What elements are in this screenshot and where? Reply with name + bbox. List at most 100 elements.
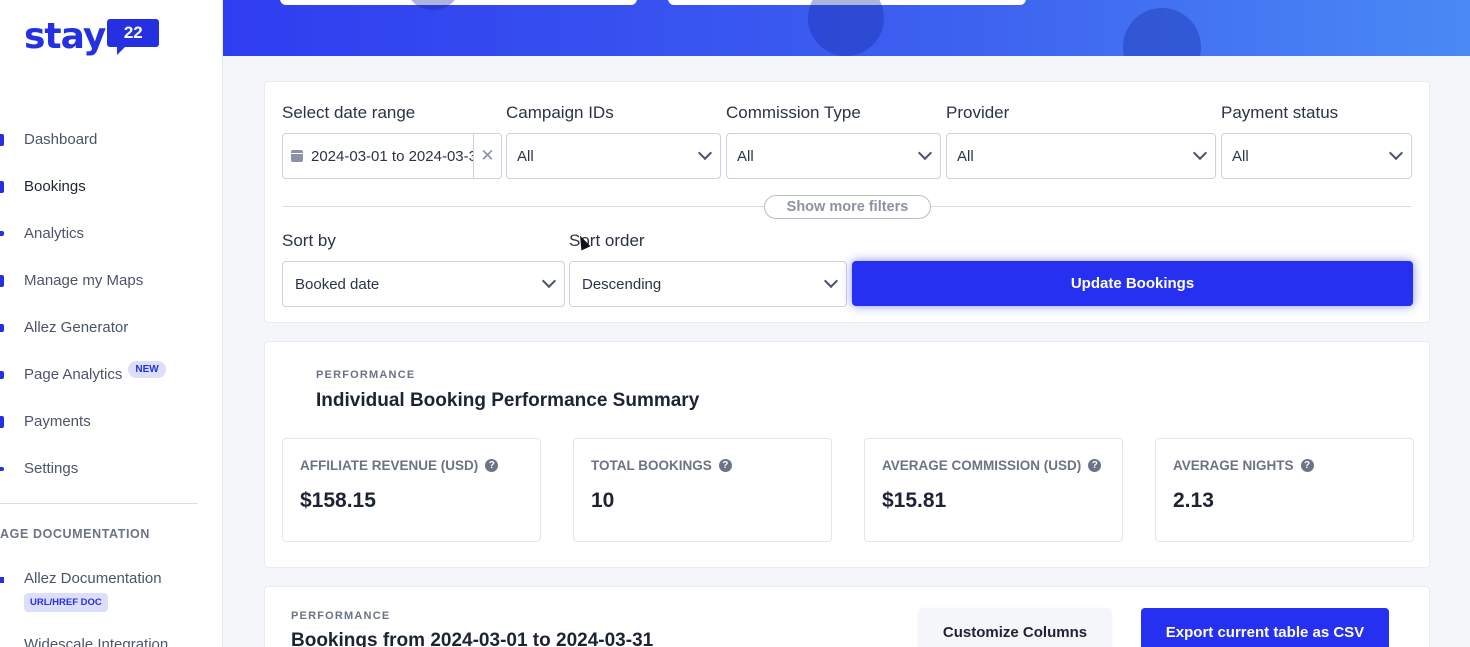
stat-label: TOTAL BOOKINGS ? bbox=[591, 458, 732, 473]
page-analytics-icon bbox=[0, 370, 4, 379]
chevron-down-icon bbox=[1192, 145, 1208, 161]
chevron-down-icon bbox=[697, 145, 713, 161]
total-bookings-stat: TOTAL BOOKINGS ? 10 bbox=[573, 438, 832, 542]
sidebar-item-label: Page Analytics bbox=[24, 366, 123, 383]
sidebar-item-page-analytics[interactable]: Page Analytics NEW bbox=[0, 351, 222, 398]
sidebar-item-label: Settings bbox=[24, 460, 79, 477]
settings-icon bbox=[0, 466, 4, 471]
decoration-shape-icon bbox=[408, 0, 458, 10]
sidebar: stay 22 Dashboard Bookings Analytics Man… bbox=[0, 0, 223, 647]
sidebar-item-settings[interactable]: Settings bbox=[0, 445, 222, 492]
sidebar-item-label: Allez Generator bbox=[24, 319, 129, 336]
stat-value: $15.81 bbox=[882, 489, 947, 512]
sidebar-item-label: Manage my Maps bbox=[24, 272, 144, 289]
stat-label-text: AFFILIATE REVENUE (USD) bbox=[300, 458, 479, 473]
clear-date-icon[interactable]: ✕ bbox=[473, 134, 501, 178]
header-banner bbox=[223, 0, 1470, 56]
castle-decoration-icon bbox=[1123, 8, 1201, 56]
stay22-logo[interactable]: stay 22 bbox=[24, 16, 160, 57]
payments-icon bbox=[0, 415, 4, 428]
analytics-icon bbox=[0, 231, 4, 236]
sort-by-select[interactable]: Booked date bbox=[282, 261, 565, 307]
chevron-down-icon bbox=[823, 273, 839, 289]
customize-columns-button[interactable]: Customize Columns bbox=[919, 608, 1111, 647]
logo-text: stay bbox=[24, 16, 106, 57]
stat-value: $158.15 bbox=[300, 489, 376, 512]
stat-label-text: TOTAL BOOKINGS bbox=[591, 458, 712, 473]
help-icon[interactable]: ? bbox=[1300, 459, 1314, 472]
sidebar-nav: Dashboard Bookings Analytics Manage my M… bbox=[0, 116, 222, 492]
provider-label: Provider bbox=[946, 103, 1010, 122]
sidebar-item-analytics[interactable]: Analytics bbox=[0, 210, 222, 257]
bookings-icon bbox=[0, 180, 4, 193]
stat-label-text: AVERAGE COMMISSION (USD) bbox=[882, 458, 1082, 473]
commission-type-select[interactable]: All bbox=[726, 133, 941, 179]
sidebar-item-dashboard[interactable]: Dashboard bbox=[0, 116, 222, 163]
campaign-ids-value: All bbox=[517, 147, 534, 165]
url-href-doc-badge: URL/HREF DOC bbox=[24, 593, 108, 612]
sidebar-item-label: Dashboard bbox=[24, 131, 98, 148]
sort-by-label: Sort by bbox=[282, 231, 336, 250]
stat-label: AVERAGE NIGHTS ? bbox=[1173, 458, 1314, 473]
sidebar-item-allez-documentation[interactable]: Allez Documentation bbox=[24, 570, 162, 587]
dashboard-icon bbox=[0, 133, 4, 146]
stat-value: 10 bbox=[591, 489, 615, 512]
stat-value: 2.13 bbox=[1173, 489, 1214, 512]
export-csv-button[interactable]: Export current table as CSV bbox=[1141, 608, 1389, 647]
average-nights-stat: AVERAGE NIGHTS ? 2.13 bbox=[1155, 438, 1414, 542]
payment-status-value: All bbox=[1232, 147, 1249, 165]
chevron-down-icon bbox=[1388, 145, 1404, 161]
date-range-picker[interactable]: 2024-03-01 to 2024-03-31 ✕ bbox=[282, 133, 502, 179]
banner-search-field[interactable] bbox=[280, 0, 637, 5]
performance-kicker: PERFORMANCE bbox=[316, 369, 416, 381]
date-range-label: Select date range bbox=[282, 103, 416, 122]
performance-summary-card: PERFORMANCE Individual Booking Performan… bbox=[264, 341, 1430, 568]
bookings-title: Bookings from 2024-03-01 to 2024-03-31 bbox=[291, 630, 654, 647]
provider-value: All bbox=[957, 147, 974, 165]
calendar-icon bbox=[291, 150, 303, 162]
new-badge: NEW bbox=[128, 361, 166, 378]
payment-status-select[interactable]: All bbox=[1221, 133, 1412, 179]
generator-icon bbox=[0, 323, 4, 332]
sidebar-item-bookings[interactable]: Bookings bbox=[0, 163, 222, 210]
sidebar-item-label: Payments bbox=[24, 413, 91, 430]
chevron-down-icon bbox=[917, 145, 933, 161]
bookings-kicker: PERFORMANCE bbox=[291, 610, 391, 622]
sidebar-divider bbox=[0, 503, 198, 504]
stat-label-text: AVERAGE NIGHTS bbox=[1173, 458, 1294, 473]
sidebar-item-widescale-integration[interactable]: Widescale Integration bbox=[24, 636, 168, 647]
campaign-ids-select[interactable]: All bbox=[506, 133, 721, 179]
commission-type-label: Commission Type bbox=[726, 103, 861, 122]
sidebar-item-allez-generator[interactable]: Allez Generator bbox=[0, 304, 222, 351]
documentation-icon bbox=[0, 577, 4, 583]
logo-bubble: 22 bbox=[107, 19, 160, 55]
show-more-filters-button[interactable]: Show more filters bbox=[764, 195, 931, 219]
sidebar-item-label: Bookings bbox=[24, 178, 86, 195]
provider-select[interactable]: All bbox=[946, 133, 1216, 179]
sidebar-item-payments[interactable]: Payments bbox=[0, 398, 222, 445]
map-icon bbox=[0, 274, 4, 287]
bookings-table-card: PERFORMANCE Bookings from 2024-03-01 to … bbox=[264, 586, 1430, 647]
commission-type-value: All bbox=[737, 147, 754, 165]
filters-panel: Select date range 2024-03-01 to 2024-03-… bbox=[264, 81, 1430, 323]
sidebar-item-manage-maps[interactable]: Manage my Maps bbox=[0, 257, 222, 304]
average-commission-stat: AVERAGE COMMISSION (USD) ? $15.81 bbox=[864, 438, 1123, 542]
update-bookings-button[interactable]: Update Bookings bbox=[852, 261, 1413, 306]
stat-label: AVERAGE COMMISSION (USD) ? bbox=[882, 458, 1102, 473]
sidebar-item-label: Analytics bbox=[24, 225, 85, 242]
docs-section-heading: AGE DOCUMENTATION bbox=[0, 527, 151, 541]
help-icon[interactable]: ? bbox=[485, 459, 499, 472]
chevron-down-icon bbox=[541, 273, 557, 289]
performance-title: Individual Booking Performance Summary bbox=[316, 390, 700, 411]
payment-status-label: Payment status bbox=[1221, 103, 1339, 122]
sort-by-value: Booked date bbox=[295, 275, 380, 293]
sort-order-select[interactable]: Descending bbox=[569, 261, 847, 307]
map-pin-decoration-icon bbox=[808, 0, 884, 56]
affiliate-revenue-stat: AFFILIATE REVENUE (USD) ? $158.15 bbox=[282, 438, 541, 542]
help-icon[interactable]: ? bbox=[718, 459, 732, 472]
sort-order-value: Descending bbox=[582, 275, 662, 293]
date-range-value: 2024-03-01 to 2024-03-31 bbox=[311, 147, 473, 165]
help-icon[interactable]: ? bbox=[1088, 459, 1102, 472]
stat-label: AFFILIATE REVENUE (USD) ? bbox=[300, 458, 499, 473]
campaign-ids-label: Campaign IDs bbox=[506, 103, 614, 122]
